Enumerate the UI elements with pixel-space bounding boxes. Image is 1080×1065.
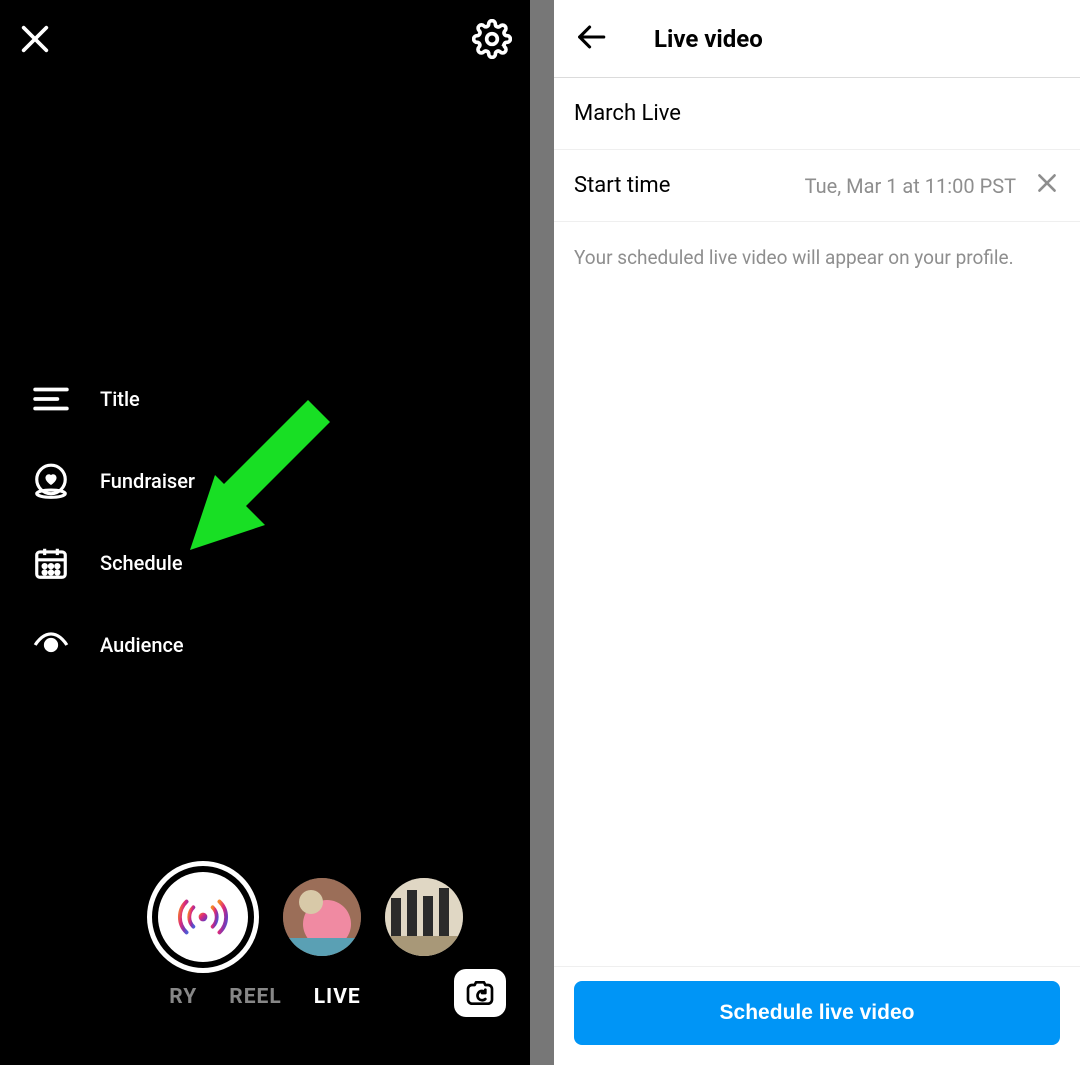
page-title: Live video: [654, 25, 763, 53]
effect-thumbnail-2[interactable]: [385, 878, 463, 956]
annotation-arrow: [170, 400, 340, 560]
title-icon: [32, 380, 70, 418]
go-live-button[interactable]: [147, 861, 259, 973]
option-schedule-label: Schedule: [100, 551, 183, 575]
back-button[interactable]: [574, 20, 608, 58]
fundraiser-icon: [32, 462, 70, 500]
option-schedule[interactable]: Schedule: [32, 544, 195, 582]
schedule-live-panel: Live video March Live Start time Tue, Ma…: [554, 0, 1080, 1065]
tab-live[interactable]: LIVE: [314, 985, 361, 1009]
option-fundraiser-label: Fundraiser: [100, 469, 195, 493]
clear-start-time-button[interactable]: [1034, 170, 1060, 202]
option-audience-label: Audience: [100, 633, 184, 657]
settings-button[interactable]: [472, 19, 512, 63]
effect-thumbnail-1[interactable]: [283, 878, 361, 956]
option-audience[interactable]: Audience: [32, 626, 195, 664]
tab-story-partial[interactable]: RY: [169, 985, 197, 1009]
tab-reel[interactable]: REEL: [229, 985, 281, 1009]
switch-camera-button[interactable]: [454, 969, 506, 1017]
calendar-icon: [32, 544, 70, 582]
start-time-value: Tue, Mar 1 at 11:00 PST: [805, 174, 1016, 198]
schedule-live-video-button[interactable]: Schedule live video: [574, 981, 1060, 1045]
start-time-row[interactable]: Start time Tue, Mar 1 at 11:00 PST: [554, 150, 1080, 222]
option-title-label: Title: [100, 387, 140, 411]
option-fundraiser[interactable]: Fundraiser: [32, 462, 195, 500]
broadcast-icon: [158, 872, 248, 962]
helper-text: Your scheduled live video will appear on…: [554, 222, 1080, 293]
camera-live-panel: Title Fundraiser Schedule Audience: [0, 0, 530, 1065]
live-title-value: March Live: [574, 101, 681, 126]
option-title[interactable]: Title: [32, 380, 195, 418]
eye-icon: [32, 626, 70, 664]
panel-divider: [530, 0, 554, 1065]
start-time-label: Start time: [574, 173, 670, 198]
live-title-row[interactable]: March Live: [554, 78, 1080, 150]
close-button[interactable]: [18, 22, 52, 60]
